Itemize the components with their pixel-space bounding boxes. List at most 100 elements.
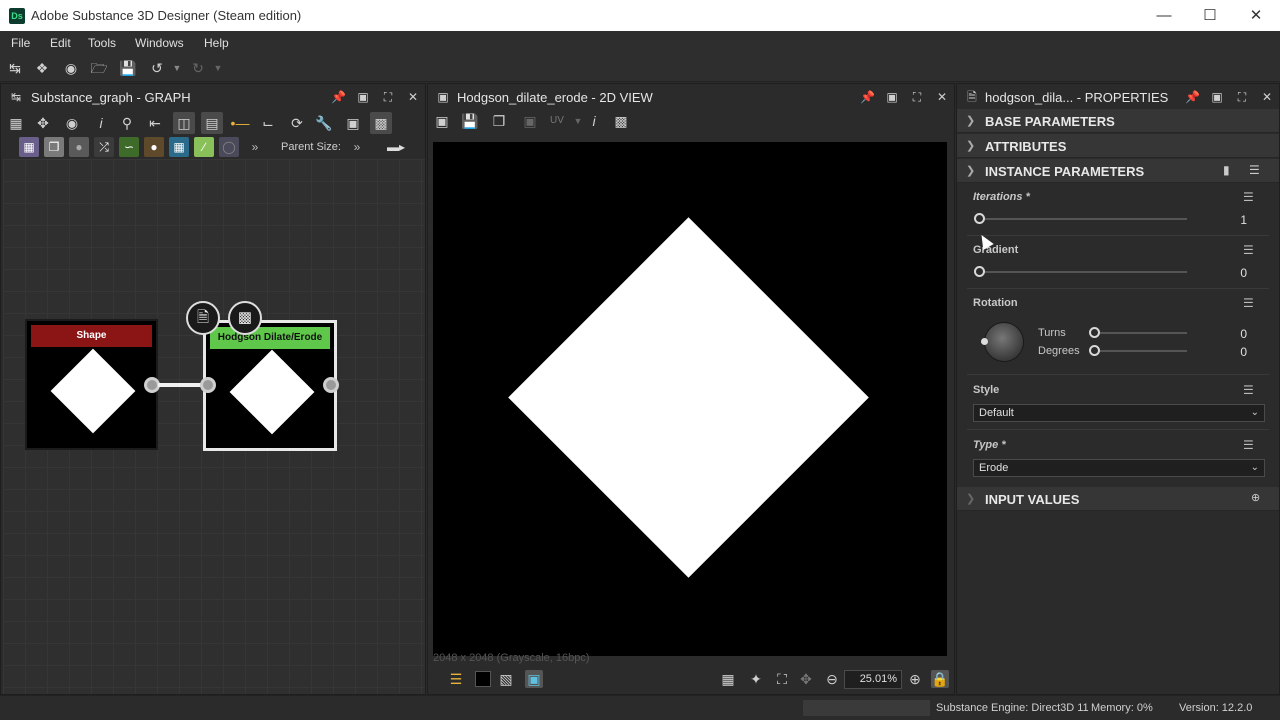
section-instance-parameters[interactable]: ❯ INSTANCE PARAMETERS ▮ ☰ xyxy=(957,159,1279,183)
redo-icon[interactable]: ↻ xyxy=(189,59,207,77)
atomic-curve-icon[interactable]: ∽ xyxy=(119,137,139,157)
export-icon[interactable]: ▣ xyxy=(521,112,539,130)
refresh-icon[interactable]: ⟳ xyxy=(286,112,308,134)
turns-slider-knob[interactable] xyxy=(1089,327,1100,338)
gradient-value[interactable]: 0 xyxy=(1240,266,1247,280)
fit-view-icon[interactable]: ⛶ xyxy=(773,670,791,688)
uv-label[interactable]: UV xyxy=(550,115,564,126)
iterations-menu-icon[interactable]: ☰ xyxy=(1243,190,1254,204)
add-input-icon[interactable]: ⊕ xyxy=(1251,491,1260,504)
shape-node[interactable]: Shape xyxy=(25,319,158,450)
maximize-button[interactable]: ☐ xyxy=(1187,0,1233,31)
maximize-panel-icon[interactable]: ⛶ xyxy=(1235,90,1249,104)
rotation-menu-icon[interactable]: ☰ xyxy=(1243,296,1254,310)
align-icon[interactable]: ⇤ xyxy=(144,112,166,134)
layout-icon[interactable]: ◫ xyxy=(173,112,195,134)
node-connection-link[interactable] xyxy=(158,383,202,387)
turns-value[interactable]: 0 xyxy=(1240,327,1247,341)
close-panel-icon[interactable]: ✕ xyxy=(1260,90,1274,104)
hodgson-dilate-node[interactable]: Hodgson Dilate/Erode xyxy=(203,320,337,451)
rotation-dial-handle[interactable] xyxy=(981,338,988,345)
iterations-slider-track[interactable] xyxy=(979,218,1187,220)
float-panel-icon[interactable]: ▣ xyxy=(885,90,899,104)
new-graph-icon[interactable]: ↹ xyxy=(6,59,24,77)
black-background-icon[interactable] xyxy=(475,671,491,687)
menu-help[interactable]: Help xyxy=(204,36,229,50)
gradient-slider-track[interactable] xyxy=(979,271,1187,273)
color-mode-icon[interactable]: ▣ xyxy=(525,670,543,688)
save-image-icon[interactable]: 💾 xyxy=(461,112,479,130)
atomic-blur-icon[interactable]: ◯ xyxy=(219,137,239,157)
info-icon[interactable]: i xyxy=(90,112,112,134)
degrees-value[interactable]: 0 xyxy=(1240,345,1247,359)
close-panel-icon[interactable]: ✕ xyxy=(935,90,949,104)
type-dropdown[interactable]: Erode ⌄ xyxy=(973,459,1265,477)
undo-dropdown-icon[interactable]: ▼ xyxy=(168,59,186,77)
menu-tools[interactable]: Tools xyxy=(88,36,116,50)
preset-icon[interactable]: ▮ xyxy=(1223,163,1230,177)
tiling-icon[interactable]: ▦ xyxy=(719,670,737,688)
image-viewport[interactable] xyxy=(433,142,947,656)
turns-slider-track[interactable] xyxy=(1098,332,1187,334)
minimize-button[interactable]: — xyxy=(1141,0,1187,31)
zoom-level-field[interactable]: 25.01% xyxy=(844,670,902,689)
grid-snap-icon[interactable]: ▩ xyxy=(370,112,392,134)
output-size-icon[interactable]: ▬▸ xyxy=(386,137,406,157)
close-window-button[interactable]: ✕ xyxy=(1233,0,1279,31)
search-icon[interactable]: ⚲ xyxy=(116,112,138,134)
menu-file[interactable]: File xyxy=(11,36,30,50)
float-panel-icon[interactable]: ▣ xyxy=(1210,90,1224,104)
channels-icon[interactable]: ▧ xyxy=(497,670,515,688)
section-input-values[interactable]: ❯ INPUT VALUES ⊕ xyxy=(957,487,1279,511)
maximize-panel-icon[interactable]: ⛶ xyxy=(910,90,924,104)
gradient-menu-icon[interactable]: ☰ xyxy=(1243,243,1254,257)
pin-icon[interactable]: 📌 xyxy=(860,90,875,104)
section-base-parameters[interactable]: ❯ BASE PARAMETERS xyxy=(957,109,1279,133)
pan-view-icon[interactable]: ✥ xyxy=(797,670,815,688)
zoom-out-icon[interactable]: ⊖ xyxy=(823,670,841,688)
new-package-icon[interactable]: ❖ xyxy=(33,59,51,77)
info-icon[interactable]: i xyxy=(585,112,603,130)
undo-icon[interactable]: ↺ xyxy=(148,59,166,77)
web-icon[interactable]: ◉ xyxy=(62,59,80,77)
layers-icon[interactable]: ☰ xyxy=(447,670,465,688)
comment-icon[interactable]: ▤ xyxy=(201,112,223,134)
atomic-fill-icon[interactable]: ● xyxy=(69,137,89,157)
atomic-copy-icon[interactable]: ❐ xyxy=(44,137,64,157)
style-dropdown[interactable]: Default ⌄ xyxy=(973,404,1265,422)
checker-icon[interactable]: ▩ xyxy=(228,301,262,335)
copy-view-icon[interactable]: ▣ xyxy=(433,112,451,130)
atomic-levels-icon[interactable]: ● xyxy=(144,137,164,157)
pin-icon[interactable]: 📌 xyxy=(331,90,346,104)
style-menu-icon[interactable]: ☰ xyxy=(1243,383,1254,397)
type-menu-icon[interactable]: ☰ xyxy=(1243,438,1254,452)
parent-size-more-icon[interactable]: » xyxy=(347,137,367,157)
camera-icon[interactable]: ◉ xyxy=(61,112,83,134)
section-attributes[interactable]: ❯ ATTRIBUTES xyxy=(957,134,1279,158)
pan-icon[interactable]: ✥ xyxy=(32,112,54,134)
degrees-slider-knob[interactable] xyxy=(1089,345,1100,356)
lock-icon[interactable]: 🔒 xyxy=(931,670,949,688)
atomic-bitmap-icon[interactable]: ▦ xyxy=(19,137,39,157)
pin-icon[interactable]: 📌 xyxy=(1185,90,1200,104)
iterations-slider-knob[interactable] xyxy=(974,213,985,224)
close-panel-icon[interactable]: ✕ xyxy=(406,90,420,104)
maximize-panel-icon[interactable]: ⛶ xyxy=(381,90,395,104)
menu-windows[interactable]: Windows xyxy=(135,36,184,50)
open-folder-icon[interactable]: 🗁 xyxy=(90,59,108,77)
atomic-warp-icon[interactable]: ▦ xyxy=(169,137,189,157)
redo-dropdown-icon[interactable]: ▼ xyxy=(209,59,227,77)
document-icon[interactable]: 🗎 xyxy=(186,301,220,335)
atomic-gradient-icon[interactable]: ∕ xyxy=(194,137,214,157)
atomic-transform-icon[interactable]: ⤮ xyxy=(94,137,114,157)
menu-edit[interactable]: Edit xyxy=(50,36,71,50)
save-icon[interactable]: 💾 xyxy=(119,59,137,77)
paste-icon[interactable]: ❐ xyxy=(490,112,508,130)
pivot-icon[interactable]: ✦ xyxy=(747,670,765,688)
graph-canvas[interactable]: Shape Hodgson Dilate/Erode 🗎 ▩ xyxy=(3,159,425,694)
menu-icon[interactable]: ☰ xyxy=(1249,163,1260,177)
zoom-in-icon[interactable]: ⊕ xyxy=(906,670,924,688)
iterations-value[interactable]: 1 xyxy=(1240,213,1247,227)
tools-icon[interactable]: 🔧 xyxy=(313,112,335,134)
dilate-input-port[interactable] xyxy=(200,377,216,393)
